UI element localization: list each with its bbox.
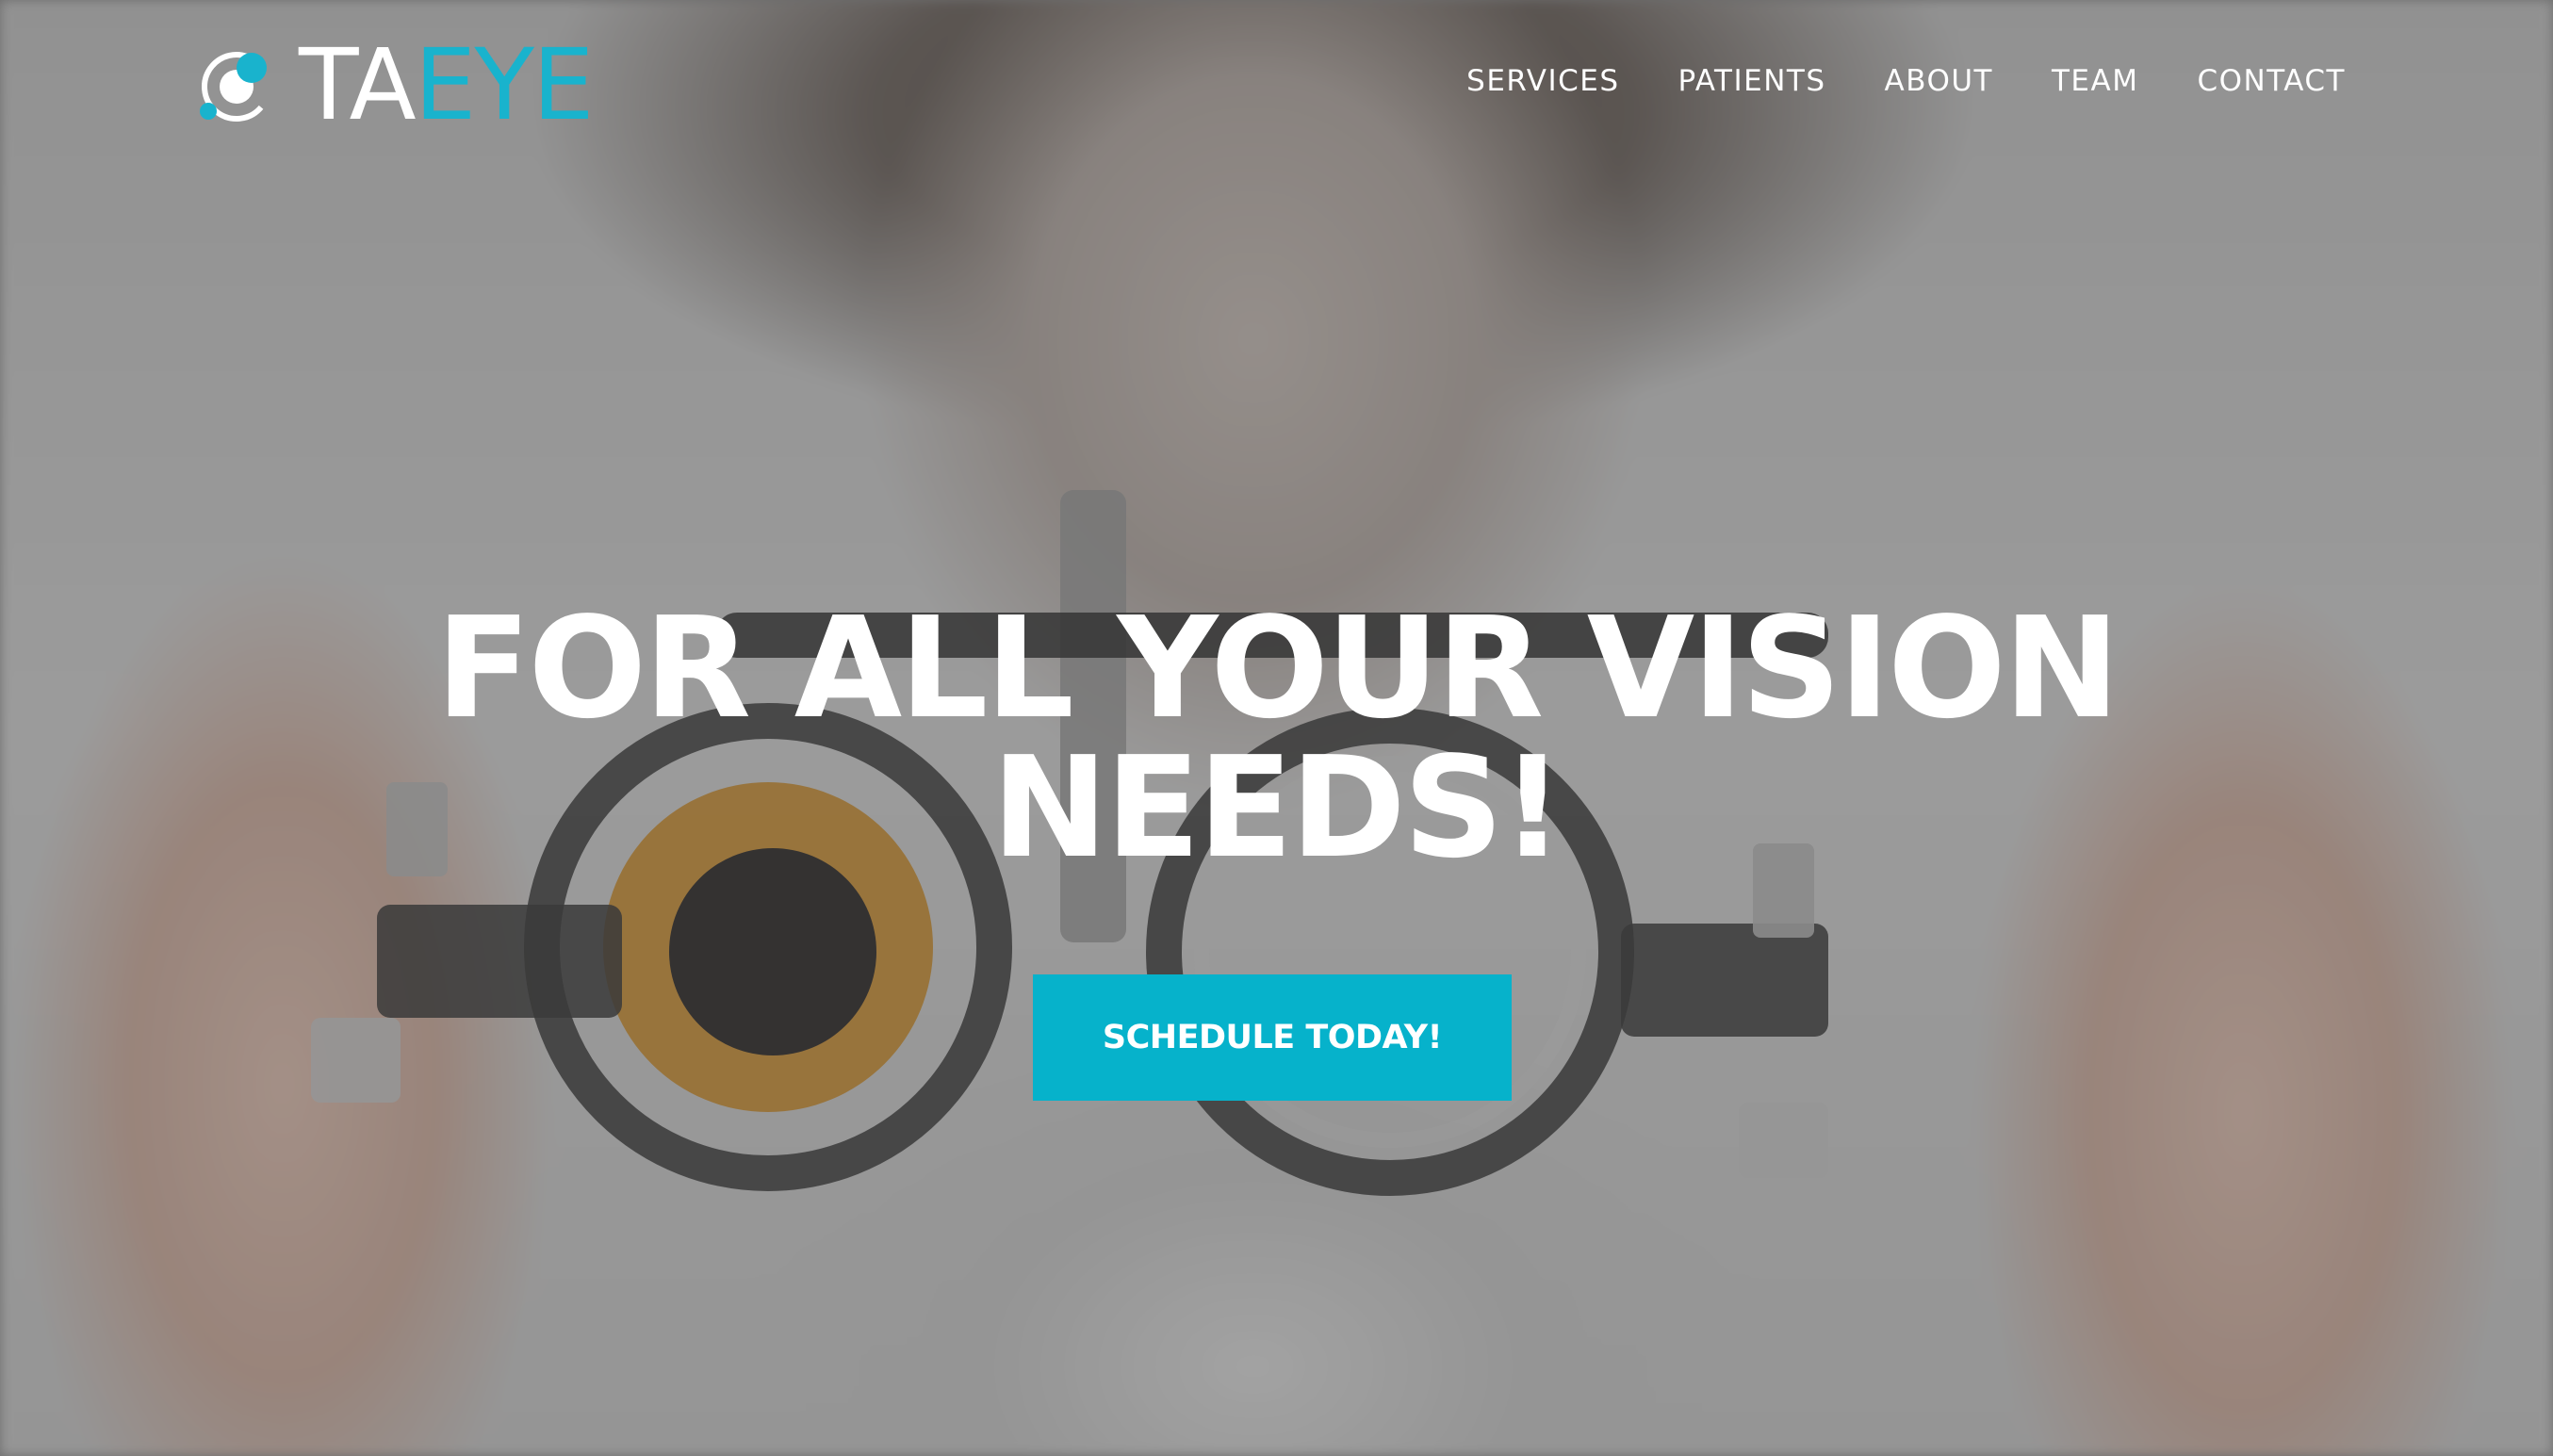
nav-link-team[interactable]: TEAM (2052, 64, 2138, 98)
hero-section: TA EYE SERVICES PATIENTS ABOUT TEAM CONTA… (0, 0, 2553, 1456)
logo-text-primary: TA (299, 27, 417, 142)
nav-link-patients[interactable]: PATIENTS (1678, 64, 1826, 98)
nav-link-services[interactable]: SERVICES (1466, 64, 1619, 98)
nav-link-about[interactable]: ABOUT (1885, 64, 1993, 98)
nav-link-contact[interactable]: CONTACT (2197, 64, 2346, 98)
logo-wordmark: TA EYE (299, 27, 595, 142)
hero-headline: FOR ALL YOUR VISION NEEDS! (0, 598, 2553, 877)
hero-headline-line-1: FOR ALL YOUR VISION (435, 587, 2119, 749)
schedule-today-button[interactable]: SCHEDULE TODAY! (1033, 974, 1512, 1101)
hero-headline-line-2: NEEDS! (990, 727, 1564, 889)
eye-logo-icon (200, 52, 271, 122)
logo-text-accent: EYE (414, 27, 595, 142)
main-navigation: SERVICES PATIENTS ABOUT TEAM CONTACT (1466, 64, 2346, 98)
site-logo[interactable]: TA EYE (195, 36, 595, 134)
